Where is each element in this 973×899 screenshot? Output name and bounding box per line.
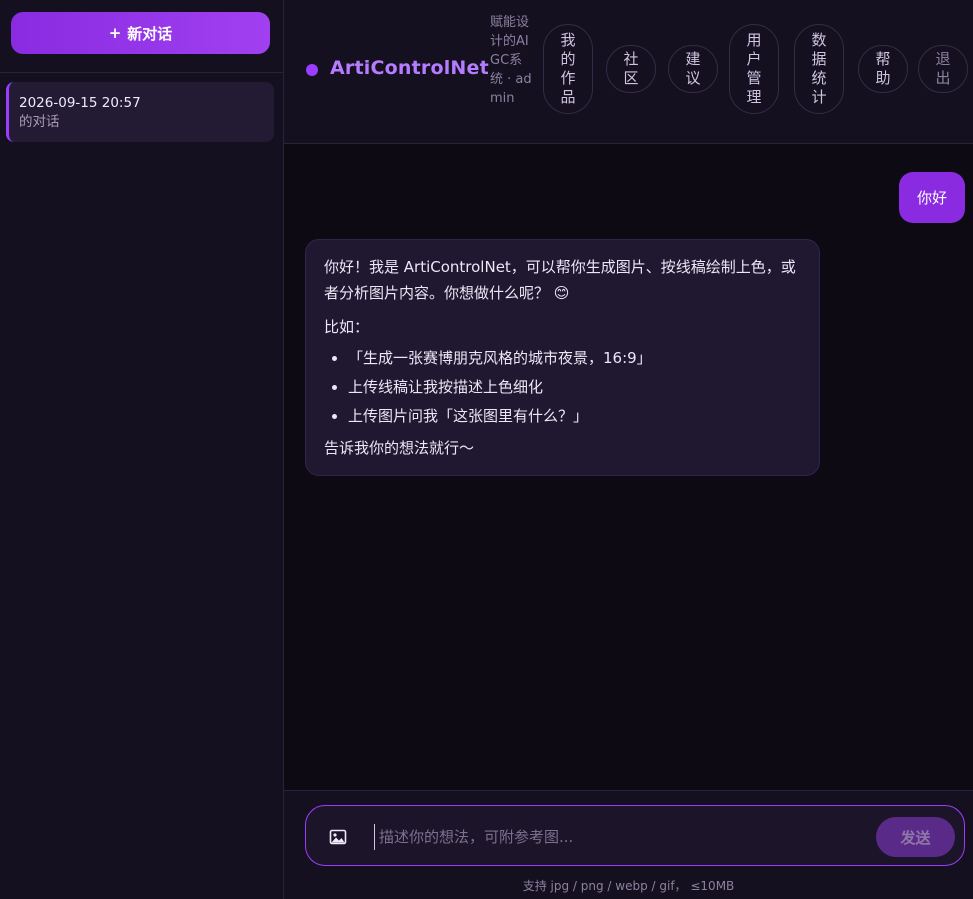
composer-box: 发送: [305, 805, 965, 866]
nav-logout[interactable]: 退出: [918, 45, 968, 93]
send-button[interactable]: 发送: [876, 817, 955, 857]
brand-dot-icon: [306, 64, 318, 76]
upload-hint: 支持 jpg / png / webp / gif， ≤10MB: [522, 879, 735, 893]
assistant-examples-list: 「生成一张赛博朋克风格的城市夜景，16:9」 上传线稿让我按描述上色细化 上传图…: [348, 344, 801, 431]
conversation-title: 2026-09-15 20:57: [19, 95, 141, 111]
conversation-subtitle: 的对话: [19, 114, 60, 130]
nav-suggestions[interactable]: 建议: [668, 45, 718, 93]
nav-my-works[interactable]: 我的作品: [543, 24, 593, 114]
plus-icon: +: [108, 24, 122, 42]
assistant-examples-label: 比如：: [324, 318, 370, 336]
nav-help[interactable]: 帮助: [858, 45, 908, 93]
composer: 发送 支持 jpg / png / webp / gif， ≤10MB: [284, 790, 973, 899]
brand-title: ArtiControlNet: [330, 57, 489, 79]
top-header: ArtiControlNet 赋能设计的AIGC系统 · admin 我的作品 …: [284, 0, 973, 144]
nav-community[interactable]: 社区: [606, 45, 656, 93]
image-upload-icon[interactable]: [328, 827, 348, 847]
list-item: 「生成一张赛博朋克风格的城市夜景，16:9」: [348, 344, 801, 373]
assistant-message: 你好！我是 ArtiControlNet，可以帮你生成图片、按线稿绘制上色，或者…: [305, 239, 820, 476]
sidebar-divider: [0, 72, 283, 73]
sidebar: + 新对话 2026-09-15 20:57 的对话: [0, 0, 284, 899]
list-item: 上传图片问我「这张图里有什么？」: [348, 402, 801, 431]
conversation-item[interactable]: 2026-09-15 20:57 的对话: [6, 82, 274, 142]
user-message: 你好: [898, 172, 965, 223]
app-root: + 新对话 2026-09-15 20:57 的对话 ArtiControlNe…: [0, 0, 973, 899]
prompt-input[interactable]: [374, 824, 854, 850]
nav-statistics[interactable]: 数据统计: [794, 24, 844, 114]
assistant-intro: 你好！我是 ArtiControlNet，可以帮你生成图片、按线稿绘制上色，或者…: [324, 258, 796, 302]
new-chat-label: 新对话: [127, 24, 173, 43]
brand-subtitle: 赋能设计的AIGC系统 · admin: [490, 15, 532, 106]
chat-area: 你好 你好！我是 ArtiControlNet，可以帮你生成图片、按线稿绘制上色…: [284, 145, 973, 790]
nav-user-management[interactable]: 用户管理: [729, 24, 779, 114]
new-chat-button[interactable]: + 新对话: [11, 12, 270, 54]
list-item: 上传线稿让我按描述上色细化: [348, 373, 801, 402]
assistant-outro: 告诉我你的想法就行～: [324, 439, 475, 457]
